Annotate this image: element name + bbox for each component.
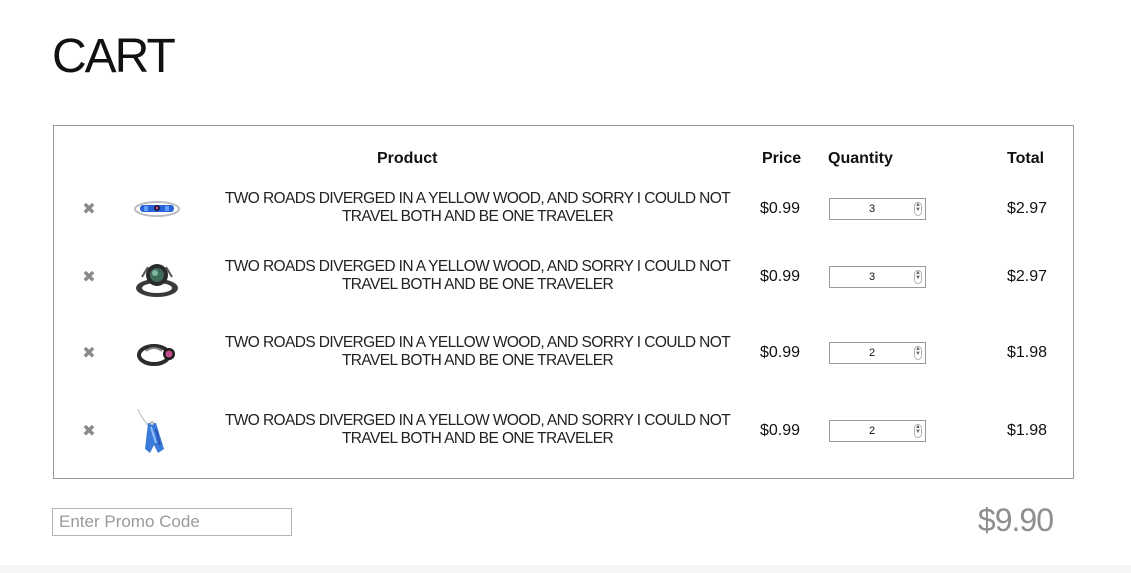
quantity-stepper[interactable]: 2 ▲ ▼ bbox=[829, 342, 926, 364]
remove-x-icon[interactable]: ✖ bbox=[82, 270, 96, 286]
quantity-value[interactable]: 3 bbox=[830, 271, 914, 283]
line-total: $1.98 bbox=[1007, 422, 1048, 439]
footer-divider bbox=[0, 565, 1131, 573]
line-total: $1.98 bbox=[1007, 344, 1048, 361]
price: $0.99 bbox=[760, 268, 801, 285]
quantity-value[interactable]: 2 bbox=[830, 425, 914, 437]
quantity-value[interactable]: 2 bbox=[830, 347, 914, 359]
line-total: $2.97 bbox=[1007, 268, 1048, 285]
price: $0.99 bbox=[760, 422, 801, 439]
price: $0.99 bbox=[760, 200, 801, 217]
quantity-stepper[interactable]: 3 ▲ ▼ bbox=[829, 198, 926, 220]
price: $0.99 bbox=[760, 344, 801, 361]
promo-code-input[interactable] bbox=[52, 508, 292, 536]
product-name[interactable]: TWO ROADS DIVERGED IN A YELLOW WOOD, AND… bbox=[214, 412, 741, 448]
product-name[interactable]: TWO ROADS DIVERGED IN A YELLOW WOOD, AND… bbox=[214, 258, 741, 294]
cart-row: ✖ TWO ROADS DIVERGED IN A YELLOW WOOD, A… bbox=[54, 407, 1073, 457]
product-name[interactable]: TWO ROADS DIVERGED IN A YELLOW WOOD, AND… bbox=[214, 190, 741, 226]
ring-dark-gem-thumbnail bbox=[136, 264, 178, 297]
quantity-column-header: Quantity bbox=[828, 150, 893, 167]
total-column-header: Total bbox=[1007, 150, 1045, 167]
remove-x-icon[interactable]: ✖ bbox=[82, 424, 96, 440]
cart-row: ✖ TWO ROADS DIVERGED IN A YELLOW WOOD, A… bbox=[54, 185, 1073, 235]
price-column-header: Price bbox=[762, 150, 802, 167]
cart-table: Product Price Quantity Total ✖ TWO ROADS… bbox=[53, 125, 1074, 479]
cart-row: ✖ TWO ROADS DIVERGED IN A YELLOW WOOD, A… bbox=[54, 253, 1073, 303]
product-name[interactable]: TWO ROADS DIVERGED IN A YELLOW WOOD, AND… bbox=[214, 334, 741, 370]
ring-blue-opal-thumbnail bbox=[134, 201, 180, 217]
line-total: $2.97 bbox=[1007, 200, 1048, 217]
quantity-stepper[interactable]: 3 ▲ ▼ bbox=[829, 266, 926, 288]
product-column-header: Product bbox=[377, 150, 438, 167]
quantity-value[interactable]: 3 bbox=[830, 203, 914, 215]
spinner-arrows-icon[interactable]: ▲ ▼ bbox=[914, 424, 922, 438]
spinner-arrows-icon[interactable]: ▲ ▼ bbox=[914, 202, 922, 216]
remove-x-icon[interactable]: ✖ bbox=[82, 346, 96, 362]
spinner-arrows-icon[interactable]: ▲ ▼ bbox=[914, 270, 922, 284]
remove-x-icon[interactable]: ✖ bbox=[82, 202, 96, 218]
grand-total: $9.90 bbox=[977, 502, 1054, 538]
cart-row: ✖ TWO ROADS DIVERGED IN A YELLOW WOOD, A… bbox=[54, 329, 1073, 379]
ring-black-pink-thumbnail bbox=[137, 344, 175, 366]
quantity-stepper[interactable]: 2 ▲ ▼ bbox=[829, 420, 926, 442]
page-title: CART bbox=[52, 30, 176, 83]
whale-tail-pendant-thumbnail bbox=[137, 409, 164, 453]
spinner-arrows-icon[interactable]: ▲ ▼ bbox=[914, 346, 922, 360]
